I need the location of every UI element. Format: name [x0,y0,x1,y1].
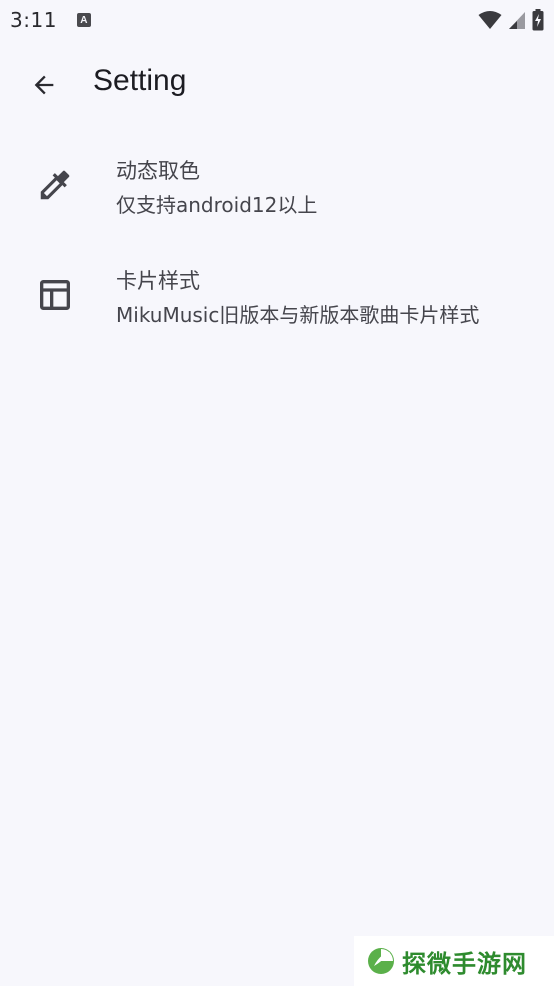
setting-item-dynamic-color[interactable]: 动态取色 仅支持android12以上 [0,145,554,245]
setting-title: 动态取色 [116,159,200,183]
setting-summary: MikuMusic旧版本与新版本歌曲卡片样式 [116,303,480,327]
wifi-icon [478,11,502,29]
back-button[interactable] [22,63,66,107]
setting-summary: 仅支持android12以上 [116,193,318,217]
notification-icon: A [76,13,91,27]
app-bar: Setting [0,50,554,120]
setting-item-card-style[interactable]: 卡片样式 MikuMusic旧版本与新版本歌曲卡片样式 [0,255,554,355]
setting-title: 卡片样式 [116,269,200,293]
status-bar: 3:11 A [0,0,554,40]
arrow-back-icon [34,75,54,95]
cellular-signal-icon [509,12,525,29]
watermark: 探微手游网 [354,936,554,986]
screen: 3:11 A Setting 动态取色 仅支持android12以上 卡片样式 … [0,0,554,986]
page-title: Setting [93,64,187,97]
card-layout-icon [30,270,80,320]
watermark-logo-icon [368,948,394,974]
battery-charging-icon [532,9,544,31]
watermark-text: 探微手游网 [402,949,527,978]
status-time: 3:11 [10,8,57,32]
color-picker-icon [30,160,80,210]
status-icons [478,9,544,31]
